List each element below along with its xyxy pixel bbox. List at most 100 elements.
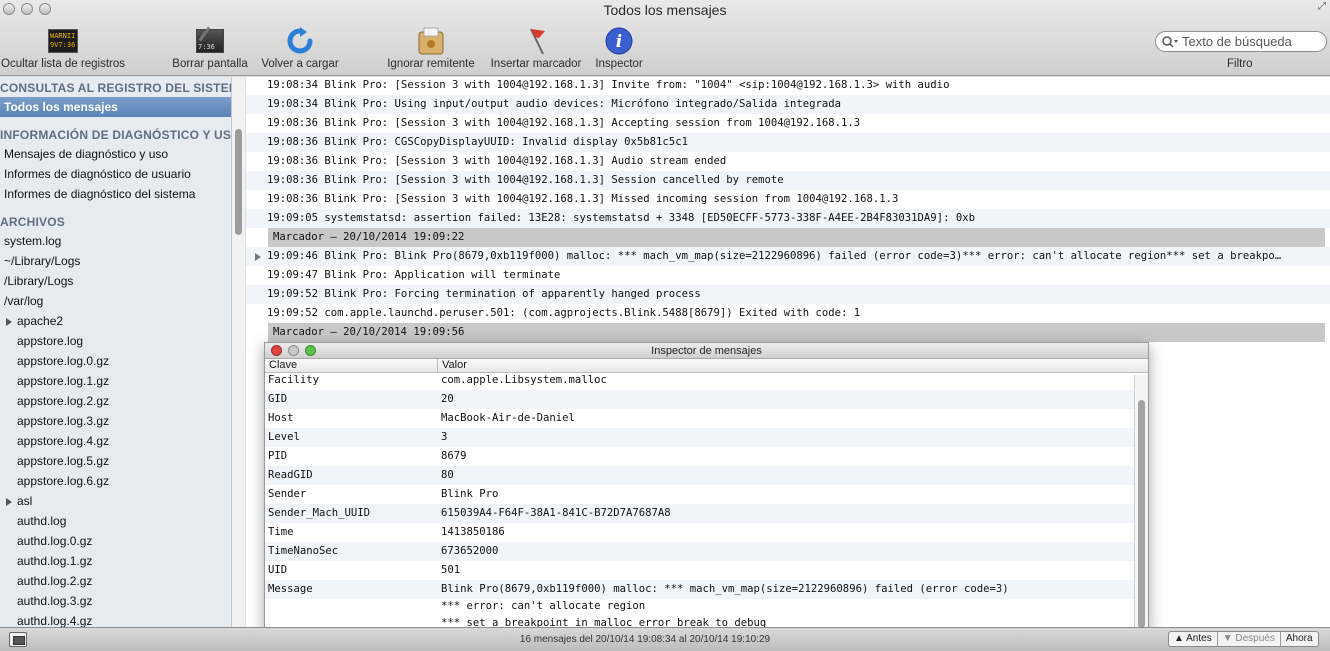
message-inspector-panel: Inspector de mensajes Clave Valor Facili… bbox=[264, 342, 1149, 631]
sidebar-file-label: authd.log bbox=[17, 514, 67, 528]
inspector-key: Host bbox=[268, 412, 294, 424]
window-title: Todos los mensajes bbox=[603, 2, 727, 18]
sidebar-folder-item[interactable]: asl bbox=[0, 491, 231, 511]
sidebar-file-item[interactable]: authd.log.3.gz bbox=[0, 591, 231, 611]
sidebar-file-label: asl bbox=[17, 494, 33, 508]
inspector-row[interactable]: ReadGID 80 bbox=[265, 466, 1135, 485]
marker-flag-icon bbox=[520, 26, 552, 56]
inspector-zoom-button[interactable] bbox=[305, 345, 316, 356]
log-row[interactable]: 19:09:52 com.apple.launchd.peruser.501: … bbox=[246, 304, 1330, 323]
inspector-row[interactable]: Sender_Mach_UUID 615039A4-F64F-38A1-841C-… bbox=[265, 504, 1135, 523]
sidebar-item-system-reports[interactable]: Informes de diagnóstico del sistema bbox=[0, 184, 231, 204]
inspector-row[interactable]: PID 8679 bbox=[265, 447, 1135, 466]
sidebar-item-user-reports[interactable]: Informes de diagnóstico de usuario bbox=[0, 164, 231, 184]
status-bar: 16 mensajes del 20/10/14 19:08:34 al 20/… bbox=[0, 627, 1330, 651]
expand-triangle-icon[interactable] bbox=[255, 253, 261, 261]
inspector-row[interactable]: Level 3 bbox=[265, 428, 1135, 447]
sidebar-file-item[interactable]: authd.log.0.gz bbox=[0, 531, 231, 551]
inspector-row[interactable]: Facility com.apple.Libsystem.malloc bbox=[265, 371, 1135, 390]
search-icon bbox=[1162, 35, 1178, 48]
log-row-text: 19:08:34 Blink Pro: Using input/output a… bbox=[267, 98, 842, 110]
sidebar-file-item[interactable]: appstore.log.2.gz bbox=[0, 391, 231, 411]
earlier-button[interactable]: ▲ Antes bbox=[1169, 632, 1218, 646]
arrow-up-icon: ▲ bbox=[1174, 633, 1187, 644]
toolbar: Todos los mensajes ⤢ WARNII 9V7:36 Oculta… bbox=[0, 0, 1330, 76]
inspector-key: Time bbox=[268, 526, 294, 538]
inspector-key: TimeNanoSec bbox=[268, 545, 339, 557]
sidebar-scroll-thumb[interactable] bbox=[235, 129, 242, 235]
log-row[interactable]: 19:09:47 Blink Pro: Application will ter… bbox=[246, 266, 1330, 285]
inspector-minimize-button[interactable] bbox=[288, 345, 299, 356]
sidebar-file-label: authd.log.1.gz bbox=[17, 554, 93, 568]
sidebar-file-item[interactable]: authd.log.2.gz bbox=[0, 571, 231, 591]
sidebar-file-label: appstore.log.4.gz bbox=[17, 434, 110, 448]
inspector-titlebar[interactable]: Inspector de mensajes bbox=[265, 343, 1148, 359]
log-marker-row[interactable]: Marcador – 20/10/2014 19:09:22 bbox=[268, 228, 1325, 247]
log-row[interactable]: 19:08:34 Blink Pro: [Session 3 with 1004… bbox=[246, 77, 1330, 95]
disclosure-triangle-icon[interactable] bbox=[6, 497, 12, 506]
inspector-row[interactable]: TimeNanoSec 673652000 bbox=[265, 542, 1135, 561]
sidebar-file-item[interactable]: appstore.log bbox=[0, 331, 231, 351]
sidebar-file-item[interactable]: authd.log.1.gz bbox=[0, 551, 231, 571]
sidebar-file-item[interactable]: appstore.log.5.gz bbox=[0, 451, 231, 471]
search-field[interactable] bbox=[1155, 31, 1327, 52]
sidebar-item-diagnostic-messages[interactable]: Mensajes de diagnóstico y uso bbox=[0, 144, 231, 164]
inspector-value: MacBook-Air-de-Daniel bbox=[441, 412, 575, 424]
inspector-row[interactable]: Host MacBook-Air-de-Daniel bbox=[265, 409, 1135, 428]
sidebar-scrollbar[interactable] bbox=[231, 77, 245, 627]
sidebar-file-item[interactable]: appstore.log.4.gz bbox=[0, 431, 231, 451]
sidebar-file-item[interactable]: authd.log bbox=[0, 511, 231, 531]
log-row-text: 19:08:36 Blink Pro: CGSCopyDisplayUUID: … bbox=[267, 136, 688, 148]
inspector-key: Level bbox=[268, 431, 300, 443]
sidebar-file-item[interactable]: /Library/Logs bbox=[0, 271, 231, 291]
inspector-value: 501 bbox=[441, 564, 461, 576]
log-row[interactable]: 19:08:36 Blink Pro: [Session 3 with 1004… bbox=[246, 171, 1330, 190]
disclosure-triangle-icon[interactable] bbox=[6, 317, 12, 326]
inspector-close-button[interactable] bbox=[271, 345, 282, 356]
reload-button[interactable]: Volver a cargar bbox=[260, 26, 340, 74]
log-row[interactable]: 19:09:46 Blink Pro: Blink Pro(8679,0xb11… bbox=[246, 247, 1330, 266]
status-message-count: 16 mensajes del 20/10/14 19:08:34 al 20/… bbox=[519, 634, 771, 645]
insert-marker-button[interactable]: Insertar marcador bbox=[488, 26, 584, 74]
log-row[interactable]: 19:09:52 Blink Pro: Forcing termination … bbox=[246, 285, 1330, 304]
log-row-text: 19:09:47 Blink Pro: Application will ter… bbox=[267, 269, 561, 281]
fullscreen-icon[interactable]: ⤢ bbox=[1318, 2, 1328, 12]
log-row[interactable]: 19:08:36 Blink Pro: [Session 3 with 1004… bbox=[246, 190, 1330, 209]
sidebar-file-item[interactable]: /var/log bbox=[0, 291, 231, 311]
log-row-text: 19:08:34 Blink Pro: [Session 3 with 1004… bbox=[267, 79, 950, 91]
later-button[interactable]: ▼ Después bbox=[1218, 632, 1281, 646]
sidebar-folder-item[interactable]: apache2 bbox=[0, 311, 231, 331]
inspector-row[interactable]: GID 20 bbox=[265, 390, 1135, 409]
log-marker-row[interactable]: Marcador – 20/10/2014 19:09:56 bbox=[268, 323, 1325, 342]
inspector-scroll-thumb[interactable] bbox=[1138, 400, 1145, 628]
log-row[interactable]: 19:08:36 Blink Pro: [Session 3 with 1004… bbox=[246, 114, 1330, 133]
sidebar-file-item[interactable]: appstore.log.0.gz bbox=[0, 351, 231, 371]
clear-display-button[interactable]: 7:36 Borrar pantalla bbox=[170, 26, 250, 74]
arrow-down-icon: ▼ bbox=[1222, 633, 1236, 644]
sidebar-file-item[interactable]: authd.log.4.gz bbox=[0, 611, 231, 627]
console-icon: WARNII 9V7:36 bbox=[48, 29, 78, 53]
log-row[interactable]: 19:09:05 systemstatsd: assertion failed:… bbox=[246, 209, 1330, 228]
search-input[interactable] bbox=[1182, 34, 1322, 49]
log-row[interactable]: 19:08:34 Blink Pro: Using input/output a… bbox=[246, 95, 1330, 114]
inspector-title: Inspector de mensajes bbox=[651, 345, 762, 357]
hide-log-list-button[interactable]: WARNII 9V7:36 Ocultar lista de registros bbox=[0, 26, 126, 74]
sidebar-file-item[interactable]: system.log bbox=[0, 231, 231, 251]
now-button[interactable]: Ahora bbox=[1281, 632, 1318, 646]
sidebar-file-item[interactable]: appstore.log.6.gz bbox=[0, 471, 231, 491]
sidebar-file-label: authd.log.2.gz bbox=[17, 574, 93, 588]
sidebar-file-label: authd.log.0.gz bbox=[17, 534, 93, 548]
inspector-scrollbar[interactable] bbox=[1134, 375, 1148, 630]
sidebar-file-item[interactable]: appstore.log.1.gz bbox=[0, 371, 231, 391]
log-row[interactable]: 19:08:36 Blink Pro: [Session 3 with 1004… bbox=[246, 152, 1330, 171]
sidebar-file-item[interactable]: ~/Library/Logs bbox=[0, 251, 231, 271]
sidebar-item-all-messages[interactable]: Todos los mensajes bbox=[0, 97, 231, 117]
ignore-sender-button[interactable]: Ignorar remitente bbox=[383, 26, 479, 74]
inspector-button[interactable]: i Inspector bbox=[593, 26, 645, 74]
inspector-row[interactable]: Time 1413850186 bbox=[265, 523, 1135, 542]
inspector-row[interactable]: Sender Blink Pro bbox=[265, 485, 1135, 504]
inspector-row[interactable]: UID 501 bbox=[265, 561, 1135, 580]
log-row[interactable]: 19:08:36 Blink Pro: CGSCopyDisplayUUID: … bbox=[246, 133, 1330, 152]
sidebar-file-item[interactable]: appstore.log.3.gz bbox=[0, 411, 231, 431]
ignore-icon bbox=[415, 26, 447, 56]
